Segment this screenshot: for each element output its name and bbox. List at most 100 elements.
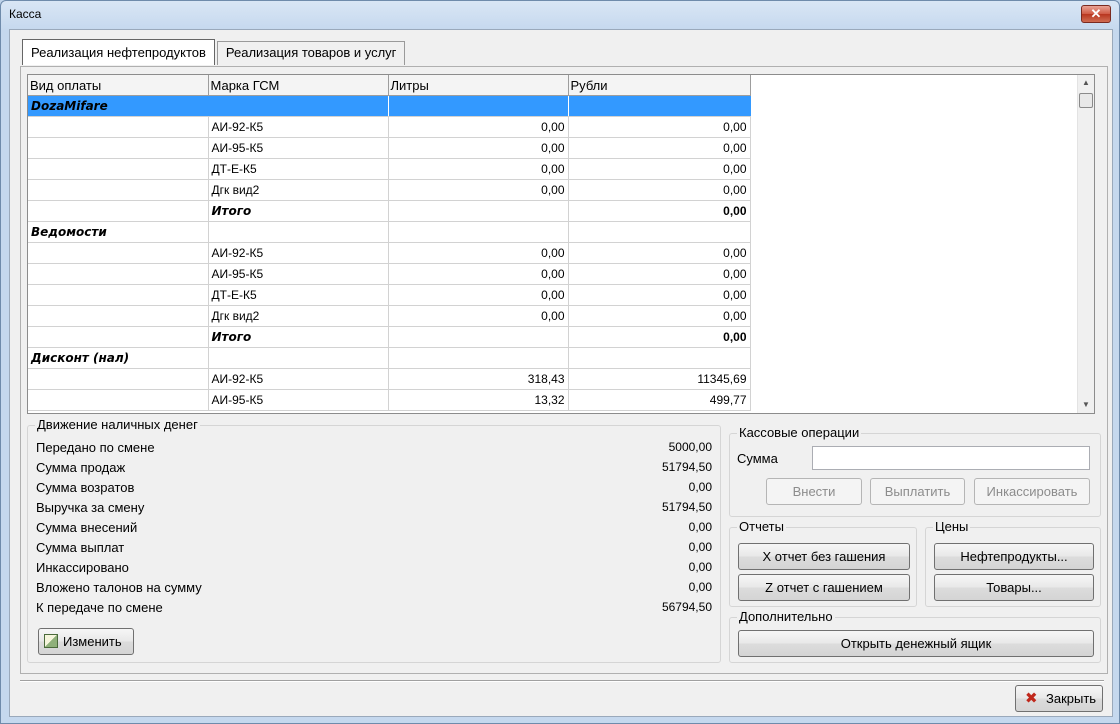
cell-liters[interactable] — [388, 221, 569, 243]
cell-payment-type[interactable] — [28, 389, 209, 411]
cell-payment-type[interactable] — [28, 158, 209, 180]
cell-rubles[interactable]: 0,00 — [568, 179, 751, 201]
cell-payment-type[interactable]: Дисконт (нал) — [28, 347, 209, 369]
cell-payment-type[interactable] — [28, 284, 209, 306]
cell-liters[interactable]: 0,00 — [388, 242, 569, 264]
cell-fuel-grade[interactable] — [208, 221, 389, 243]
cell-payment-type[interactable]: Ведомости — [28, 221, 209, 243]
grid-row[interactable]: ДТ-Е-К5 0,00 0,00 — [28, 284, 751, 306]
cell-liters[interactable] — [388, 326, 569, 348]
cell-rubles[interactable]: 0,00 — [568, 263, 751, 285]
cell-fuel-grade[interactable] — [208, 95, 389, 117]
grid-row[interactable]: АИ-95-К5 0,00 0,00 — [28, 263, 751, 285]
cell-payment-type[interactable] — [28, 200, 209, 222]
cell-rubles[interactable]: 499,77 — [568, 389, 751, 411]
grid-vertical-scrollbar[interactable]: ▲ ▼ — [1077, 75, 1094, 413]
grid-group-row[interactable]: DozaMifare — [28, 95, 751, 117]
cell-rubles[interactable]: 0,00 — [568, 284, 751, 306]
grid-row[interactable]: АИ-92-К5 318,43 11345,69 — [28, 368, 751, 390]
cell-payment-type[interactable] — [28, 179, 209, 201]
cell-fuel-grade[interactable]: Итого — [208, 200, 389, 222]
fuel-prices-button[interactable]: Нефтепродукты... — [934, 543, 1094, 570]
cell-rubles[interactable]: 0,00 — [568, 326, 751, 348]
x-report-button[interactable]: X отчет без гашения — [738, 543, 910, 570]
goods-prices-button[interactable]: Товары... — [934, 574, 1094, 601]
cell-liters[interactable]: 0,00 — [388, 179, 569, 201]
cell-fuel-grade[interactable]: Дгк вид2 — [208, 179, 389, 201]
col-fuel-grade[interactable]: Марка ГСМ — [208, 75, 389, 96]
tab-fuel-sales[interactable]: Реализация нефтепродуктов — [22, 39, 215, 65]
cell-rubles[interactable] — [568, 221, 751, 243]
close-button[interactable]: ✖ Закрыть — [1015, 685, 1103, 712]
cell-rubles[interactable]: 0,00 — [568, 137, 751, 159]
col-payment-type[interactable]: Вид оплаты — [28, 75, 209, 96]
cell-payment-type[interactable] — [28, 368, 209, 390]
cash-row-label: Инкассировано — [36, 560, 129, 575]
cell-payment-type[interactable] — [28, 326, 209, 348]
cell-payment-type[interactable] — [28, 242, 209, 264]
cell-rubles[interactable]: 0,00 — [568, 158, 751, 180]
grid-row[interactable]: Дгк вид2 0,00 0,00 — [28, 305, 751, 327]
cell-rubles[interactable]: 0,00 — [568, 305, 751, 327]
cell-liters[interactable]: 0,00 — [388, 305, 569, 327]
cell-liters[interactable]: 0,00 — [388, 116, 569, 138]
cell-fuel-grade[interactable]: ДТ-Е-К5 — [208, 158, 389, 180]
z-report-button[interactable]: Z отчет с гашением — [738, 574, 910, 601]
cell-fuel-grade[interactable]: Дгк вид2 — [208, 305, 389, 327]
cell-liters[interactable]: 318,43 — [388, 368, 569, 390]
cell-fuel-grade[interactable]: АИ-92-К5 — [208, 368, 389, 390]
window-close-button[interactable]: ✕ — [1081, 5, 1111, 23]
cell-fuel-grade[interactable]: ДТ-Е-К5 — [208, 284, 389, 306]
cell-liters[interactable]: 0,00 — [388, 284, 569, 306]
deposit-button[interactable]: Внести — [766, 478, 862, 505]
cell-liters[interactable]: 0,00 — [388, 263, 569, 285]
grid-row[interactable]: АИ-95-К5 13,32 499,77 — [28, 389, 751, 411]
cell-liters[interactable]: 13,32 — [388, 389, 569, 411]
col-liters[interactable]: Литры — [388, 75, 569, 96]
cell-fuel-grade[interactable] — [208, 347, 389, 369]
grid-total-row[interactable]: Итого 0,00 — [28, 326, 751, 348]
grid-row[interactable]: АИ-95-К5 0,00 0,00 — [28, 137, 751, 159]
grid-row[interactable]: АИ-92-К5 0,00 0,00 — [28, 242, 751, 264]
cell-rubles[interactable] — [568, 347, 751, 369]
cell-fuel-grade[interactable]: АИ-95-К5 — [208, 263, 389, 285]
grid-row[interactable]: ДТ-Е-К5 0,00 0,00 — [28, 158, 751, 180]
cell-payment-type[interactable] — [28, 305, 209, 327]
cell-fuel-grade[interactable]: Итого — [208, 326, 389, 348]
cell-payment-type[interactable] — [28, 116, 209, 138]
collect-button[interactable]: Инкассировать — [974, 478, 1090, 505]
cell-liters[interactable] — [388, 200, 569, 222]
grid-row[interactable]: АИ-92-К5 0,00 0,00 — [28, 116, 751, 138]
cell-payment-type[interactable] — [28, 137, 209, 159]
cell-fuel-grade[interactable]: АИ-95-К5 — [208, 389, 389, 411]
cash-window: Касса ✕ Реализация нефтепродуктов Реализ… — [0, 0, 1120, 724]
grid-group-row[interactable]: Ведомости — [28, 221, 751, 243]
grid-total-row[interactable]: Итого 0,00 — [28, 200, 751, 222]
sales-grid[interactable]: Вид оплаты Марка ГСМ Литры Рубли DozaMif… — [27, 74, 1095, 414]
grid-row[interactable]: Дгк вид2 0,00 0,00 — [28, 179, 751, 201]
cell-liters[interactable]: 0,00 — [388, 158, 569, 180]
tab-goods-services[interactable]: Реализация товаров и услуг — [216, 41, 406, 65]
cell-payment-type[interactable]: DozaMifare — [28, 95, 209, 117]
col-rubles[interactable]: Рубли — [568, 75, 751, 96]
grid-group-row[interactable]: Дисконт (нал) — [28, 347, 751, 369]
cell-rubles[interactable]: 11345,69 — [568, 368, 751, 390]
cell-rubles[interactable]: 0,00 — [568, 242, 751, 264]
cell-fuel-grade[interactable]: АИ-95-К5 — [208, 137, 389, 159]
cell-rubles[interactable]: 0,00 — [568, 116, 751, 138]
cell-payment-type[interactable] — [28, 263, 209, 285]
scroll-thumb[interactable] — [1079, 93, 1093, 108]
scroll-down-icon[interactable]: ▼ — [1078, 397, 1094, 413]
cell-rubles[interactable]: 0,00 — [568, 200, 751, 222]
cell-liters[interactable]: 0,00 — [388, 137, 569, 159]
payout-button[interactable]: Выплатить — [870, 478, 965, 505]
open-drawer-button[interactable]: Открыть денежный ящик — [738, 630, 1094, 657]
cell-fuel-grade[interactable]: АИ-92-К5 — [208, 242, 389, 264]
amount-input[interactable] — [812, 446, 1090, 470]
cell-liters[interactable] — [388, 95, 569, 117]
cell-fuel-grade[interactable]: АИ-92-К5 — [208, 116, 389, 138]
scroll-up-icon[interactable]: ▲ — [1078, 75, 1094, 91]
edit-button[interactable]: Изменить — [38, 628, 134, 655]
cell-liters[interactable] — [388, 347, 569, 369]
cell-rubles[interactable] — [568, 95, 751, 117]
